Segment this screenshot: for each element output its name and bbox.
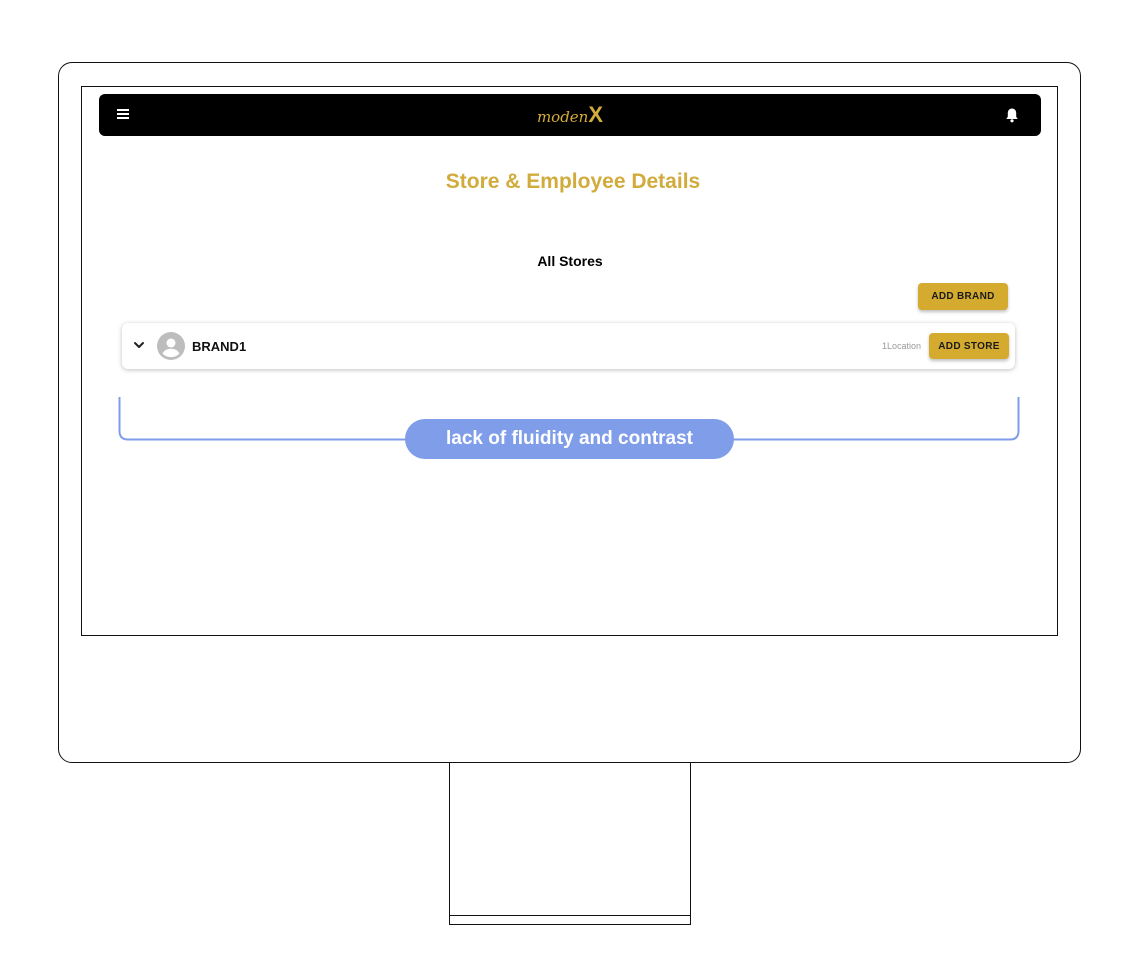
page-title: Store & Employee Details xyxy=(445,170,701,193)
top-app-bar: modenX xyxy=(99,94,1041,136)
annotation-label: lack of fluidity and contrast xyxy=(405,419,734,459)
monitor-stand-base xyxy=(449,915,691,925)
brand-name: BRAND1 xyxy=(192,339,247,354)
add-store-button[interactable]: ADD STORE xyxy=(929,333,1009,359)
bell-icon[interactable] xyxy=(1005,107,1019,123)
logo-x: X xyxy=(588,102,604,127)
location-count: 1Location xyxy=(881,341,921,351)
add-brand-button[interactable]: ADD BRAND xyxy=(918,283,1008,310)
app-logo: modenX xyxy=(99,102,1041,128)
logo-script: moden xyxy=(536,108,589,126)
brand-row[interactable]: BRAND1 1Location ADD STORE xyxy=(122,323,1015,369)
section-title: All Stores xyxy=(537,253,603,269)
chevron-down-icon[interactable] xyxy=(133,339,145,351)
person-avatar-icon xyxy=(157,332,185,360)
monitor-stand xyxy=(449,763,691,916)
